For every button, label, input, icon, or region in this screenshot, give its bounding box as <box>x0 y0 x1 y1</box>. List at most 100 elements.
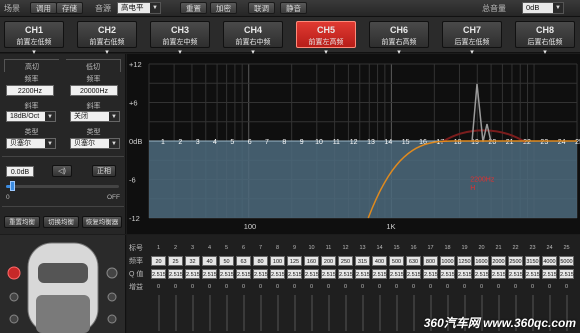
band-freq-input[interactable]: 200 <box>321 256 336 266</box>
lp-slope-select[interactable]: 关闭 ▼ <box>70 111 120 122</box>
speaker-front-right-icon[interactable] <box>106 267 118 279</box>
band-q-input[interactable]: 2.515 <box>525 269 540 279</box>
band-freq-input[interactable]: 500 <box>389 256 404 266</box>
band-freq-input[interactable]: 2500 <box>508 256 523 266</box>
channel-button-8[interactable]: CH8 后置右低频 ▾ <box>515 21 575 56</box>
eq-response-plot[interactable]: +12+60dB-6-12100 1K1 2 3 4 5 6 7 8 9 10 11 12 13 14 15 1… <box>127 54 580 234</box>
gain-fader-track[interactable] <box>294 295 296 331</box>
mute-button[interactable]: 静音 <box>280 2 307 14</box>
bypass-eq-button[interactable]: 切换均衡 <box>43 216 79 228</box>
band-q-input[interactable]: 2.515 <box>253 269 268 279</box>
phase-button[interactable]: 正相 <box>92 165 116 177</box>
band-q-input[interactable]: 2.515 <box>440 269 455 279</box>
master-volume-select[interactable]: 0dB ▼ <box>522 2 564 14</box>
band-q-input[interactable]: 2.515 <box>372 269 387 279</box>
gain-fader-track[interactable] <box>192 295 194 331</box>
band-q-input[interactable]: 2.515 <box>321 269 336 279</box>
band-q-input[interactable]: 2.515 <box>236 269 251 279</box>
speaker-front-left-icon[interactable] <box>7 266 21 280</box>
band-q-input[interactable]: 2.515 <box>151 269 166 279</box>
band-q-input[interactable]: 2.515 <box>406 269 421 279</box>
channel-button-5[interactable]: CH5 前置左高频 ▾ <box>296 21 356 56</box>
lp-freq-input[interactable]: 20000Hz <box>70 85 118 96</box>
hp-freq-input[interactable]: 2200Hz <box>6 85 54 96</box>
band-freq-input[interactable]: 5000 <box>559 256 574 266</box>
band-freq-input[interactable]: 32 <box>185 256 200 266</box>
band-q-input[interactable]: 2.515 <box>355 269 370 279</box>
reset-eq-button[interactable]: 重置均衡 <box>4 216 40 228</box>
band-q-input[interactable]: 2.515 <box>508 269 523 279</box>
speaker-right-mid-icon[interactable] <box>107 292 117 302</box>
band-freq-input[interactable]: 100 <box>270 256 285 266</box>
band-freq-input[interactable]: 20 <box>151 256 166 266</box>
band-freq-input[interactable]: 160 <box>304 256 319 266</box>
band-q-input[interactable]: 2.515 <box>219 269 234 279</box>
band-q-input[interactable]: 2.515 <box>202 269 217 279</box>
speaker-button[interactable]: ◁) <box>52 165 72 177</box>
band-freq-input[interactable]: 1000 <box>440 256 455 266</box>
gain-fader-track[interactable] <box>413 295 415 331</box>
source-select[interactable]: 高电平 ▼ <box>117 2 161 14</box>
band-q-input[interactable]: 2.515 <box>559 269 574 279</box>
channel-volume-input[interactable]: 0.0dB <box>6 166 34 177</box>
gain-fader-track[interactable] <box>226 295 228 331</box>
band-freq-input[interactable]: 630 <box>406 256 421 266</box>
band-freq-input[interactable]: 3150 <box>525 256 540 266</box>
band-q-input[interactable]: 2.515 <box>474 269 489 279</box>
encrypt-button[interactable]: 加密 <box>210 2 237 14</box>
gain-fader-track[interactable] <box>277 295 279 331</box>
restore-eq-button[interactable]: 恢复均衡器 <box>82 216 122 228</box>
band-q-input[interactable]: 2.515 <box>423 269 438 279</box>
channel-button-6[interactable]: CH6 前置右高频 ▾ <box>369 21 429 56</box>
gain-fader-track[interactable] <box>209 295 211 331</box>
band-q-input[interactable]: 2.515 <box>304 269 319 279</box>
speaker-rear-right-icon[interactable] <box>107 314 117 324</box>
volume-slider-thumb[interactable] <box>10 181 15 191</box>
band-freq-input[interactable]: 250 <box>338 256 353 266</box>
band-q-input[interactable]: 2.515 <box>491 269 506 279</box>
band-freq-input[interactable]: 1600 <box>474 256 489 266</box>
band-freq-input[interactable]: 315 <box>355 256 370 266</box>
band-freq-input[interactable]: 25 <box>168 256 183 266</box>
channel-button-4[interactable]: CH4 前置右中频 ▾ <box>223 21 283 56</box>
lp-type-select[interactable]: 贝塞尔 ▼ <box>70 138 120 149</box>
channel-button-3[interactable]: CH3 前置左中频 ▾ <box>150 21 210 56</box>
gain-fader-track[interactable] <box>328 295 330 331</box>
band-freq-input[interactable]: 2000 <box>491 256 506 266</box>
band-freq-input[interactable]: 50 <box>219 256 234 266</box>
band-freq-input[interactable]: 80 <box>253 256 268 266</box>
gain-fader-track[interactable] <box>158 295 160 331</box>
speaker-left-mid-icon[interactable] <box>9 292 19 302</box>
band-freq-input[interactable]: 4000 <box>542 256 557 266</box>
hp-slope-select[interactable]: 18dB/Oct ▼ <box>6 111 56 122</box>
band-freq-input[interactable]: 40 <box>202 256 217 266</box>
volume-slider-track[interactable] <box>6 185 119 188</box>
gain-fader-track[interactable] <box>396 295 398 331</box>
band-q-input[interactable]: 2.515 <box>389 269 404 279</box>
band-freq-input[interactable]: 800 <box>423 256 438 266</box>
band-q-input[interactable]: 2.515 <box>457 269 472 279</box>
band-freq-input[interactable]: 400 <box>372 256 387 266</box>
band-q-input[interactable]: 2.515 <box>270 269 285 279</box>
call-button[interactable]: 调用 <box>30 2 57 14</box>
gain-fader-track[interactable] <box>243 295 245 331</box>
band-freq-input[interactable]: 125 <box>287 256 302 266</box>
hp-type-select[interactable]: 贝塞尔 ▼ <box>6 138 56 149</box>
gain-fader-track[interactable] <box>345 295 347 331</box>
gain-fader-track[interactable] <box>260 295 262 331</box>
gain-fader-track[interactable] <box>379 295 381 331</box>
speaker-rear-left-icon[interactable] <box>9 314 19 324</box>
band-q-input[interactable]: 2.515 <box>542 269 557 279</box>
band-freq-input[interactable]: 63 <box>236 256 251 266</box>
reset-button[interactable]: 重置 <box>180 2 207 14</box>
gain-fader-track[interactable] <box>362 295 364 331</box>
channel-button-7[interactable]: CH7 后置左低频 ▾ <box>442 21 502 56</box>
channel-button-1[interactable]: CH1 前置左低频 ▾ <box>4 21 64 56</box>
band-q-input[interactable]: 2.515 <box>287 269 302 279</box>
eq-graph[interactable]: +12 +6 0dB -6 -12 100 1K 1 2 3 4 5 6 7 8 9 10 11 12 13 14 15 1… <box>127 54 580 234</box>
save-button[interactable]: 存储 <box>56 2 83 14</box>
band-q-input[interactable]: 2.515 <box>168 269 183 279</box>
band-q-input[interactable]: 2.515 <box>185 269 200 279</box>
band-q-input[interactable]: 2.515 <box>338 269 353 279</box>
linkage-button[interactable]: 联调 <box>248 2 275 14</box>
